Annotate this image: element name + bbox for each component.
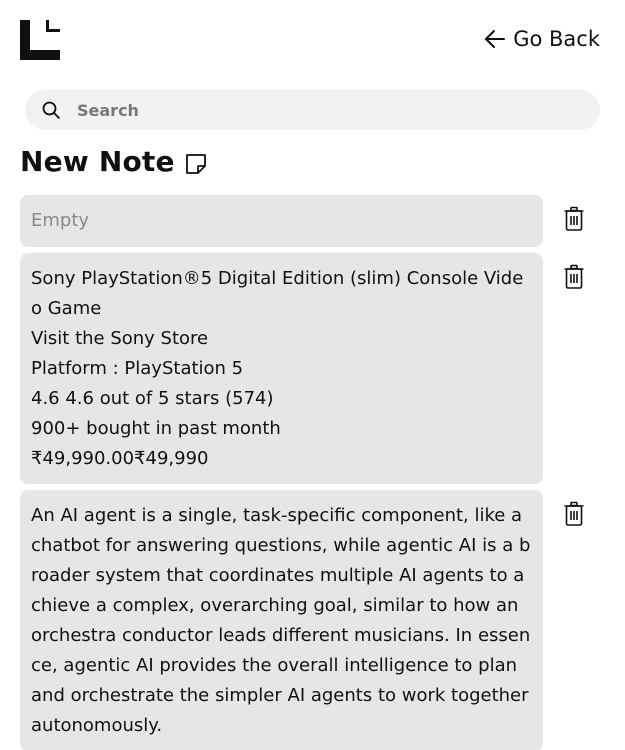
notes-page: Go Back New Note Empty [0, 0, 625, 750]
note-card-empty[interactable]: Empty [20, 195, 543, 247]
note-row: An AI agent is a single, task-specific c… [20, 490, 600, 750]
sticky-note-icon[interactable] [183, 147, 209, 177]
trash-icon[interactable] [563, 264, 585, 290]
page-heading: New Note [20, 145, 209, 178]
note-card[interactable]: An AI agent is a single, task-specific c… [20, 490, 543, 750]
go-back-label: Go Back [513, 27, 600, 51]
go-back-button[interactable]: Go Back [483, 27, 600, 51]
search-bar [25, 90, 600, 130]
note-row: Empty [20, 195, 600, 247]
note-row: Sony PlayStation®5 Digital Edition (slim… [20, 253, 600, 484]
page-title: New Note [20, 145, 175, 178]
note-card[interactable]: Sony PlayStation®5 Digital Edition (slim… [20, 253, 543, 484]
trash-icon[interactable] [563, 501, 585, 527]
search-input[interactable] [75, 99, 559, 121]
logo-icon [20, 20, 60, 60]
arrow-left-icon [483, 27, 507, 51]
trash-icon[interactable] [563, 206, 585, 232]
search-icon [41, 100, 61, 120]
